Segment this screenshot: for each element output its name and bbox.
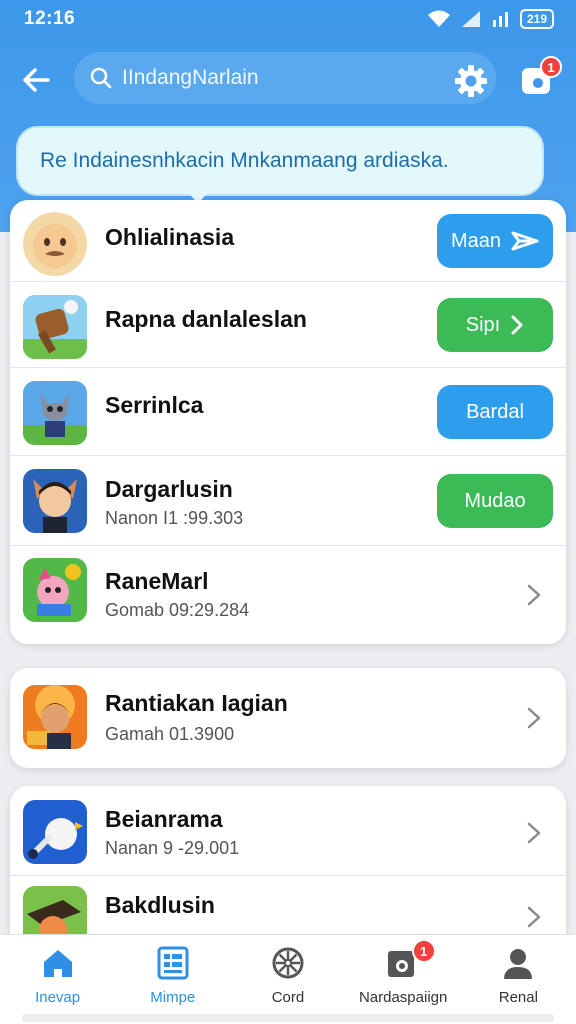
tab-label: Renal bbox=[498, 989, 538, 1006]
action-button[interactable]: Sipı bbox=[437, 298, 553, 352]
status-time: 12:16 bbox=[24, 8, 76, 29]
info-banner: Re Indainesnhkacin Mnkanmaang ardiaska. bbox=[16, 126, 544, 196]
list-card-primary: Ohlialinasia Maan Rapna danlaleslan Sipı… bbox=[10, 200, 566, 644]
list-item[interactable]: Rapna danlaleslan Sipı bbox=[10, 282, 566, 368]
signal-icon bbox=[461, 11, 480, 27]
game-thumbnail bbox=[23, 800, 87, 864]
search-bar[interactable] bbox=[74, 52, 496, 104]
item-title: Dargarlusin bbox=[105, 476, 233, 502]
chevron-right-icon bbox=[511, 315, 523, 335]
list-item[interactable]: Serrinlca Bardal bbox=[10, 368, 566, 456]
chevron-right-icon[interactable] bbox=[524, 582, 544, 608]
list-card-tertiary: Beianrama Nanan 9 -29.001 Bakdlusin bbox=[10, 786, 566, 956]
action-button[interactable]: Maan bbox=[437, 214, 553, 268]
banner-text: Re Indainesnhkacin Mnkanmaang ardiaska. bbox=[40, 149, 449, 172]
gear-icon[interactable] bbox=[454, 64, 488, 98]
home-indicator bbox=[22, 1014, 554, 1022]
item-title: RaneMarl bbox=[105, 568, 209, 594]
action-button-label: Mudao bbox=[464, 489, 526, 512]
chevron-right-icon[interactable] bbox=[524, 904, 544, 930]
item-title: Beianrama bbox=[105, 806, 223, 832]
item-title: Rapna danlaleslan bbox=[105, 306, 307, 332]
bottom-tab-bar: Inevap Mimpe Cord 1 Nardaspaiign Renal bbox=[0, 934, 576, 1024]
send-icon bbox=[511, 231, 539, 251]
notification-button[interactable]: 1 bbox=[520, 56, 562, 98]
tab-label: Inevap bbox=[35, 989, 81, 1006]
search-input[interactable] bbox=[122, 66, 442, 90]
avatar bbox=[23, 212, 87, 276]
tab-wheel[interactable]: Cord bbox=[230, 935, 345, 1024]
item-title: Ohlialinasia bbox=[105, 224, 235, 250]
item-title: Bakdlusin bbox=[105, 892, 215, 918]
chevron-right-icon[interactable] bbox=[524, 705, 544, 731]
action-button[interactable]: Bardal bbox=[437, 385, 553, 439]
tab-media[interactable]: 1 Nardaspaiign bbox=[346, 935, 461, 1024]
status-icons: 219 bbox=[427, 9, 554, 29]
tab-badge: 1 bbox=[411, 939, 436, 963]
action-button-label: Bardal bbox=[466, 400, 524, 423]
list-item[interactable]: RaneMarl Gomab 09:29.284 bbox=[10, 546, 566, 644]
item-subtitle: Nanan 9 -29.001 bbox=[105, 838, 240, 858]
app-bar: 1 bbox=[0, 48, 576, 110]
tab-list[interactable]: Mimpe bbox=[115, 935, 230, 1024]
wifi-icon bbox=[427, 10, 450, 27]
back-arrow-icon[interactable] bbox=[20, 64, 52, 96]
notification-badge: 1 bbox=[540, 56, 562, 78]
chevron-right-icon[interactable] bbox=[524, 820, 544, 846]
action-button-label: Sipı bbox=[465, 313, 501, 336]
item-title: Rantiakan Iagian bbox=[105, 690, 288, 716]
wheel-icon bbox=[272, 947, 304, 979]
home-icon bbox=[43, 950, 72, 977]
action-button[interactable]: Mudao bbox=[437, 474, 553, 528]
item-subtitle: Gamah 01.3900 bbox=[105, 724, 235, 744]
list-card-secondary: Rantiakan Iagian Gamah 01.3900 bbox=[10, 668, 566, 768]
game-thumbnail bbox=[23, 685, 87, 749]
profile-icon bbox=[504, 949, 533, 979]
tab-home[interactable]: Inevap bbox=[0, 935, 115, 1024]
item-subtitle: Nanon I1 :99.303 bbox=[105, 508, 244, 528]
list-item[interactable]: Rantiakan Iagian Gamah 01.3900 bbox=[10, 668, 566, 768]
search-icon bbox=[90, 67, 112, 89]
signal-bars-icon bbox=[492, 12, 508, 27]
game-thumbnail bbox=[23, 469, 87, 533]
list-item[interactable]: Beianrama Nanan 9 -29.001 bbox=[10, 786, 566, 876]
tab-label: Mimpe bbox=[150, 989, 196, 1006]
game-thumbnail bbox=[23, 558, 87, 622]
tab-label: Cord bbox=[271, 989, 305, 1006]
item-title: Serrinlca bbox=[105, 392, 204, 418]
list-item[interactable]: Dargarlusin Nanon I1 :99.303 Mudao bbox=[10, 456, 566, 546]
action-button-label: Maan bbox=[450, 229, 502, 252]
battery-indicator: 219 bbox=[519, 9, 554, 29]
tab-label: Nardaspaiign bbox=[358, 989, 448, 1006]
item-subtitle: Gomab 09:29.284 bbox=[105, 600, 250, 620]
tab-profile[interactable]: Renal bbox=[461, 935, 576, 1024]
status-bar: 12:16 219 bbox=[0, 0, 576, 38]
game-thumbnail bbox=[23, 381, 87, 445]
list-icon bbox=[157, 946, 189, 980]
list-item[interactable]: Ohlialinasia Maan bbox=[10, 200, 566, 282]
game-thumbnail bbox=[23, 295, 87, 359]
